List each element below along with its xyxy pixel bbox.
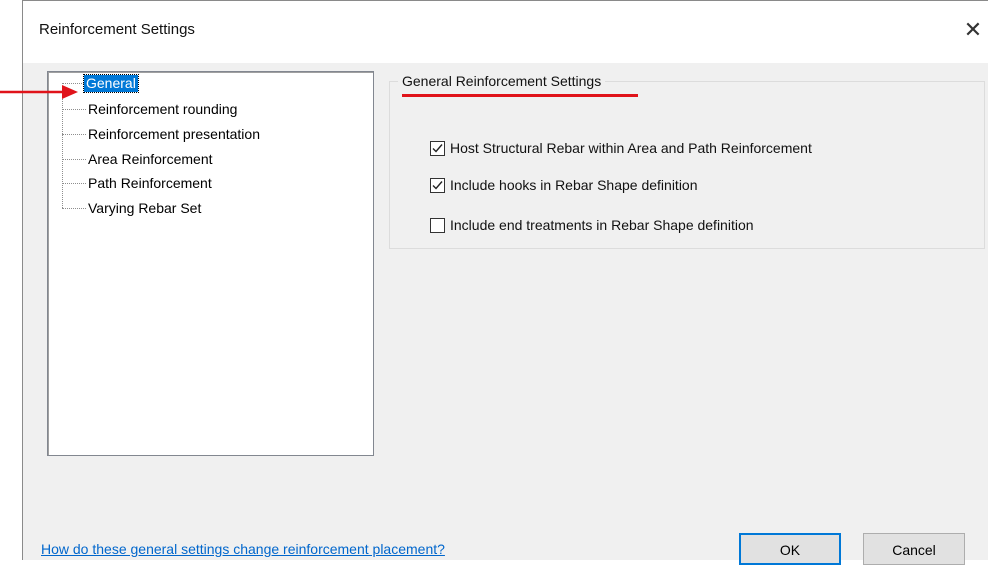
- annotation-underline: [402, 94, 638, 97]
- ok-button[interactable]: OK: [739, 533, 841, 565]
- annotation-arrow-icon: [0, 85, 78, 99]
- checkmark-icon: [432, 143, 443, 153]
- cancel-button[interactable]: Cancel: [863, 533, 965, 565]
- close-icon[interactable]: ✕: [958, 15, 988, 45]
- checkbox-label: Host Structural Rebar within Area and Pa…: [450, 140, 812, 156]
- tree-item-reinforcement-rounding[interactable]: Reinforcement rounding: [88, 100, 237, 118]
- general-reinforcement-settings-group: General Reinforcement Settings Host Stru…: [389, 73, 985, 249]
- title-bar: Reinforcement Settings ✕: [23, 1, 988, 63]
- include-end-treatments-checkbox[interactable]: Include end treatments in Rebar Shape de…: [430, 215, 754, 235]
- checkmark-icon: [432, 180, 443, 190]
- checkbox-box[interactable]: [430, 177, 445, 193]
- checkbox-box[interactable]: [430, 140, 445, 156]
- reinforcement-settings-dialog: Reinforcement Settings ✕ General Reinfor…: [22, 0, 988, 565]
- group-title: General Reinforcement Settings: [398, 73, 606, 89]
- tree-item-varying-rebar-set[interactable]: Varying Rebar Set: [88, 199, 201, 217]
- tree-connector-line: [62, 208, 86, 209]
- tree-connector-line: [62, 109, 86, 110]
- host-structural-rebar-checkbox[interactable]: Host Structural Rebar within Area and Pa…: [430, 138, 812, 158]
- settings-tree: General Reinforcement rounding Reinforce…: [47, 71, 374, 456]
- tree-item-reinforcement-presentation[interactable]: Reinforcement presentation: [88, 125, 260, 143]
- checkbox-label: Include end treatments in Rebar Shape de…: [450, 217, 754, 233]
- dialog-title: Reinforcement Settings: [39, 21, 195, 38]
- checkbox-box[interactable]: [430, 217, 445, 233]
- tree-connector-line: [62, 134, 86, 135]
- include-hooks-checkbox[interactable]: Include hooks in Rebar Shape definition: [430, 175, 698, 195]
- help-link[interactable]: How do these general settings change rei…: [41, 541, 445, 557]
- tree-connector-line: [62, 159, 86, 160]
- tree-item-area-reinforcement[interactable]: Area Reinforcement: [88, 150, 213, 168]
- tree-item-path-reinforcement[interactable]: Path Reinforcement: [88, 174, 212, 192]
- checkbox-label: Include hooks in Rebar Shape definition: [450, 177, 698, 193]
- tree-item-general[interactable]: General: [83, 74, 139, 93]
- tree-connector-line: [62, 183, 86, 184]
